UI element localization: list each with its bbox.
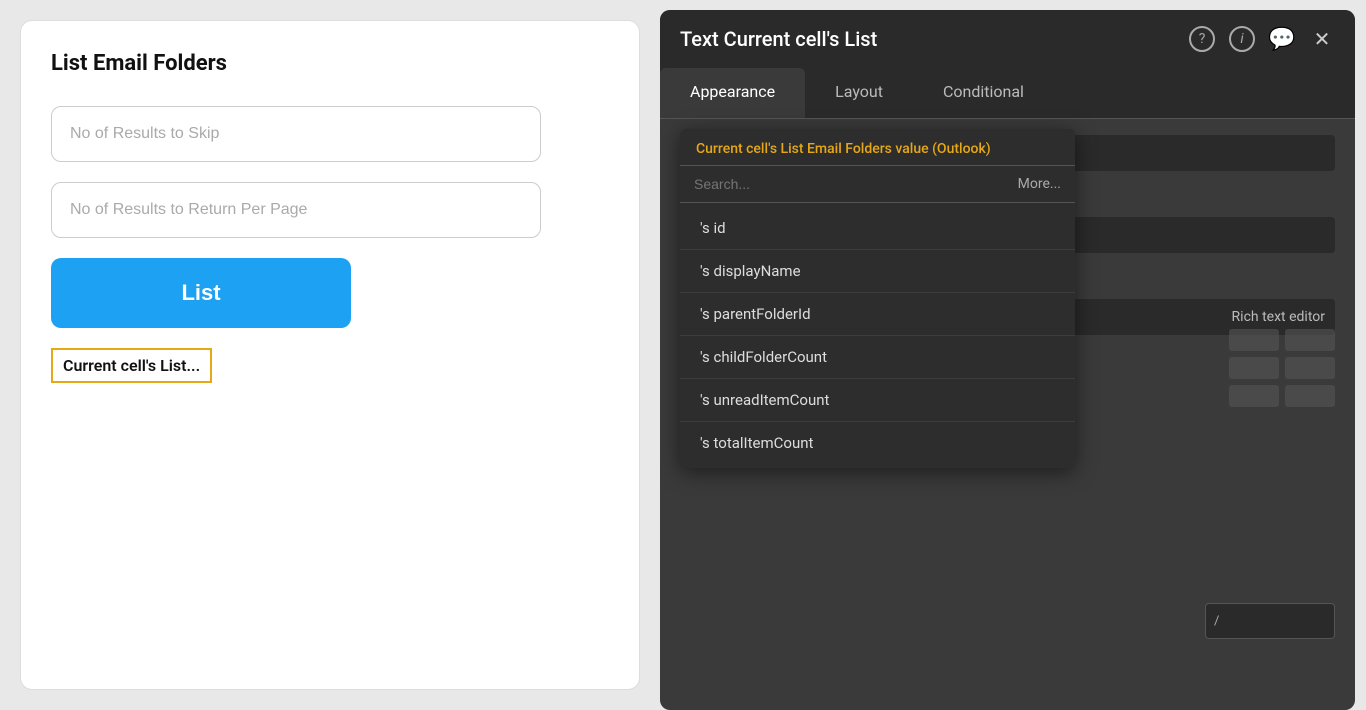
list-button[interactable]: List [51,258,351,328]
right-panel: Text Current cell's List ? i 💬 ✕ Appeara… [660,10,1355,710]
tab-conditional[interactable]: Conditional [913,68,1054,118]
checkbox-4 [1285,357,1335,379]
dropdown-item-totalitemcount[interactable]: 's totalItemCount [680,422,1075,464]
dropdown-item-childfoldercount[interactable]: 's childFolderCount [680,336,1075,379]
dropdown-items-list: 's id 's displayName 's parentFolderId '… [680,203,1075,468]
header-icons: ? i 💬 ✕ [1189,26,1335,52]
skip-results-input[interactable] [51,106,541,162]
checkbox-5 [1229,385,1279,407]
tab-layout[interactable]: Layout [805,68,913,118]
chat-icon[interactable]: 💬 [1269,26,1295,52]
close-icon[interactable]: ✕ [1309,26,1335,52]
bottom-field[interactable]: / [1205,603,1335,639]
panel-content: D R T Rich text editor [660,119,1355,699]
checkbox-3 [1229,357,1279,379]
dropdown-item-unreaditemcount[interactable]: 's unreadItemCount [680,379,1075,422]
tab-appearance[interactable]: Appearance [660,68,805,118]
checkbox-2 [1285,329,1335,351]
rich-text-label: Rich text editor [1232,309,1325,325]
tabs: Appearance Layout Conditional [660,68,1355,119]
checkbox-6 [1285,385,1335,407]
dropdown-search-input[interactable] [694,176,1010,192]
checkbox-1 [1229,329,1279,351]
dropdown-search-row: More... [680,166,1075,203]
info-icon[interactable]: i [1229,26,1255,52]
dropdown-item-displayname[interactable]: 's displayName [680,250,1075,293]
dropdown-item-parentfolderid[interactable]: 's parentFolderId [680,293,1075,336]
return-per-page-input[interactable] [51,182,541,238]
checkbox-grid [1229,329,1335,407]
bottom-input-area: / [1205,603,1335,639]
dropdown-header: Current cell's List Email Folders value … [680,129,1075,166]
panel-title: List Email Folders [51,51,609,76]
question-icon[interactable]: ? [1189,26,1215,52]
right-panel-title: Text Current cell's List [680,27,877,51]
dropdown-container: Current cell's List Email Folders value … [680,129,1075,468]
dropdown-more-button[interactable]: More... [1018,176,1061,192]
right-header: Text Current cell's List ? i 💬 ✕ [660,10,1355,68]
left-panel: List Email Folders List Current cell's L… [20,20,640,690]
dropdown-item-id[interactable]: 's id [680,207,1075,250]
current-cell-box[interactable]: Current cell's List... [51,348,212,383]
